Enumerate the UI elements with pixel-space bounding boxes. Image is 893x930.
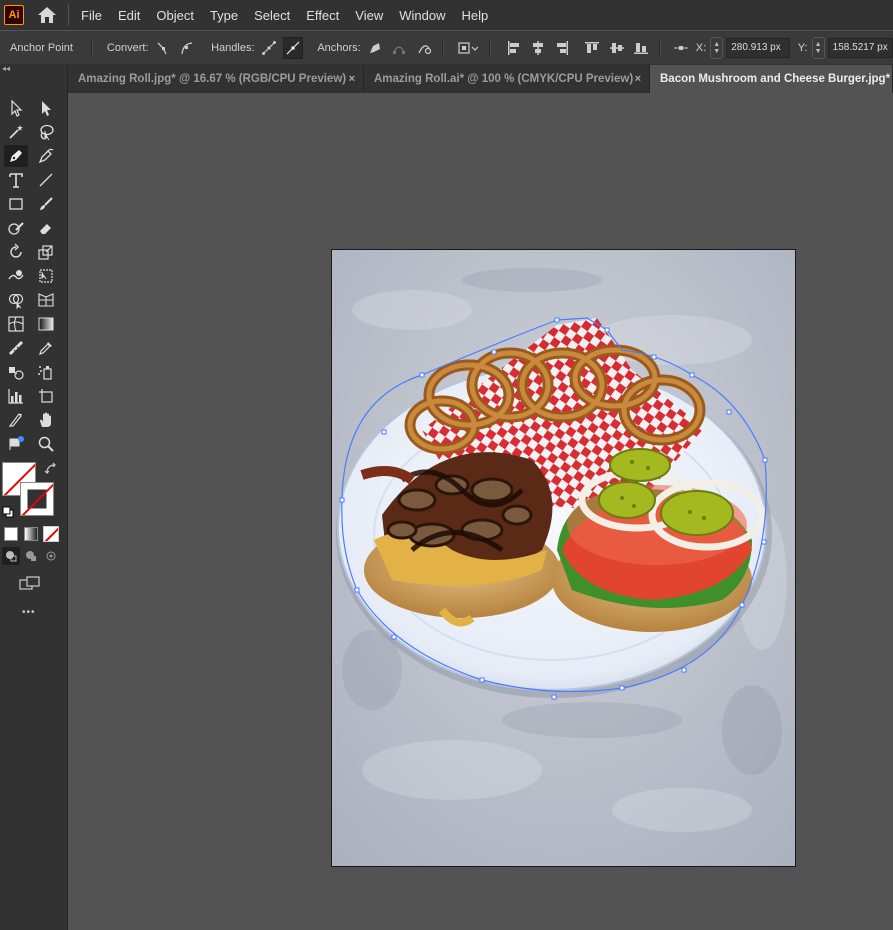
artboard[interactable]: [331, 249, 796, 867]
stroke-swatch[interactable]: [20, 482, 54, 516]
x-label: X:: [695, 41, 707, 54]
control-divider: [659, 37, 662, 58]
control-divider: [441, 37, 444, 58]
zoom-tool-icon[interactable]: [34, 433, 58, 455]
blend-tool-icon[interactable]: [4, 361, 28, 383]
convert-smooth-icon[interactable]: [177, 37, 197, 59]
menu-divider: [68, 4, 69, 26]
handles-show-icon[interactable]: [259, 37, 279, 59]
menu-file[interactable]: File: [81, 8, 102, 23]
connect-anchors-icon[interactable]: [389, 37, 409, 59]
reference-point-icon[interactable]: [673, 37, 690, 59]
hand-tool-icon[interactable]: [34, 409, 58, 431]
y-label: Y:: [797, 41, 808, 54]
warp-tool-icon[interactable]: [4, 265, 28, 287]
screen-mode-icon[interactable]: [18, 572, 42, 594]
edit-toolbar-icon[interactable]: •••: [22, 607, 36, 618]
artboard-tool-icon[interactable]: [34, 385, 58, 407]
align-to-dropdown-icon[interactable]: [456, 37, 482, 59]
free-transform-tool-icon[interactable]: [34, 265, 58, 287]
shaper-tool-icon[interactable]: [4, 217, 28, 239]
cut-path-icon[interactable]: [413, 37, 433, 59]
handles-label: Handles:: [211, 41, 255, 54]
pen-tool-icon[interactable]: [4, 145, 28, 167]
tools-panel: ◂◂ •••: [0, 64, 68, 930]
collapse-panel-icon[interactable]: ◂◂: [2, 64, 10, 73]
slice-tool-icon[interactable]: [4, 409, 28, 431]
rectangle-tool-icon[interactable]: [4, 193, 28, 215]
color-mode-solid-icon[interactable]: [4, 527, 18, 541]
app-logo: Ai: [4, 5, 24, 25]
swap-fill-stroke-icon[interactable]: [44, 462, 58, 476]
color-mode-none-icon[interactable]: [43, 526, 59, 542]
eraser-tool-icon[interactable]: [34, 217, 58, 239]
tab-label: Bacon Mushroom and Cheese Burger.jpg* @: [660, 73, 893, 85]
tab-close-icon[interactable]: ×: [635, 73, 641, 85]
scale-tool-icon[interactable]: [34, 241, 58, 263]
align-right-icon[interactable]: [552, 37, 572, 59]
menu-bar: Ai File Edit Object Type Select Effect V…: [0, 0, 893, 30]
handles-hide-icon[interactable]: [282, 36, 304, 59]
type-tool-icon[interactable]: [4, 169, 28, 191]
mesh-tool-icon[interactable]: [4, 313, 28, 335]
tool-name-label: Anchor Point: [10, 41, 73, 54]
draw-normal-icon[interactable]: [2, 547, 20, 565]
default-colors-icon[interactable]: [2, 505, 14, 518]
anchors-label: Anchors:: [317, 41, 361, 54]
menu-help[interactable]: Help: [461, 8, 488, 23]
align-left-icon[interactable]: [503, 37, 523, 59]
tab-bacon-burger[interactable]: Bacon Mushroom and Cheese Burger.jpg* @ …: [650, 65, 893, 93]
measure-tool-icon[interactable]: [4, 337, 28, 359]
direct-selection-tool-icon[interactable]: [34, 97, 58, 119]
symbol-sprayer-tool-icon[interactable]: [34, 361, 58, 383]
control-divider: [90, 37, 93, 58]
tab-amazing-roll-jpg[interactable]: Amazing Roll.jpg* @ 16.67 % (RGB/CPU Pre…: [68, 65, 364, 93]
align-center-h-icon[interactable]: [528, 37, 548, 59]
document-tab-bar: Amazing Roll.jpg* @ 16.67 % (RGB/CPU Pre…: [68, 65, 893, 93]
remove-anchor-icon[interactable]: [365, 37, 385, 59]
burger-photo: [332, 250, 795, 866]
align-top-icon[interactable]: [582, 37, 602, 59]
line-segment-tool-icon[interactable]: [34, 169, 58, 191]
tab-amazing-roll-ai[interactable]: Amazing Roll.ai* @ 100 % (CMYK/CPU Previ…: [364, 65, 650, 93]
align-center-v-icon[interactable]: [607, 37, 627, 59]
control-divider: [489, 37, 492, 58]
menu-window[interactable]: Window: [399, 8, 445, 23]
magic-wand-tool-icon[interactable]: [4, 121, 28, 143]
convert-corner-icon[interactable]: [152, 37, 172, 59]
draw-behind-icon[interactable]: [22, 547, 40, 565]
menu-effect[interactable]: Effect: [306, 8, 339, 23]
eyedropper-tool-icon[interactable]: [34, 337, 58, 359]
x-stepper-icon[interactable]: ▲ ▼: [710, 36, 724, 59]
draw-inside-icon[interactable]: [42, 547, 60, 565]
menu-object[interactable]: Object: [156, 8, 194, 23]
paintbrush-tool-icon[interactable]: [34, 193, 58, 215]
perspective-grid-tool-icon[interactable]: [34, 289, 58, 311]
shape-builder-tool-icon[interactable]: [4, 289, 28, 311]
tab-label: Amazing Roll.ai* @ 100 % (CMYK/CPU Previ…: [374, 73, 634, 85]
column-graph-tool-icon[interactable]: [4, 385, 28, 407]
menu-edit[interactable]: Edit: [118, 8, 140, 23]
control-bar: Anchor Point Convert: Handles: Anchors:: [0, 31, 893, 64]
color-mode-gradient-icon[interactable]: [24, 527, 38, 541]
menu-select[interactable]: Select: [254, 8, 290, 23]
menu-view[interactable]: View: [355, 8, 383, 23]
puppet-warp-tool-icon[interactable]: [4, 433, 28, 455]
gradient-tool-icon[interactable]: [34, 313, 58, 335]
align-bottom-icon[interactable]: [631, 37, 651, 59]
home-icon[interactable]: [36, 4, 58, 26]
selection-tool-icon[interactable]: [4, 97, 28, 119]
menu-type[interactable]: Type: [210, 8, 238, 23]
curvature-tool-icon[interactable]: [34, 145, 58, 167]
lasso-tool-icon[interactable]: [34, 121, 58, 143]
rotate-tool-icon[interactable]: [4, 241, 28, 263]
x-field[interactable]: 280.913 px: [726, 37, 790, 58]
tab-label: Amazing Roll.jpg* @ 16.67 % (RGB/CPU Pre…: [78, 73, 347, 85]
y-stepper-icon[interactable]: ▲ ▼: [811, 36, 825, 59]
convert-label: Convert:: [106, 41, 149, 54]
y-field[interactable]: 158.5217 px: [827, 37, 893, 58]
tab-close-icon[interactable]: ×: [349, 73, 355, 85]
